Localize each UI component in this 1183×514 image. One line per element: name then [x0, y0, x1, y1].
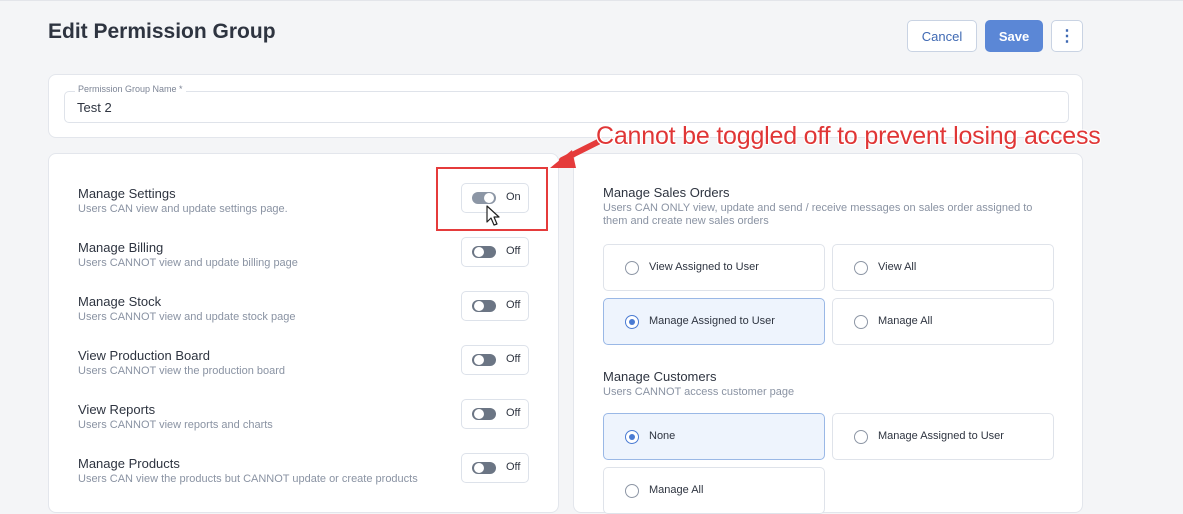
permission-description: Users CANNOT view and update billing pag…	[78, 257, 298, 269]
permission-row-manage-stock: Manage Stock Users CANNOT view and updat…	[78, 291, 538, 334]
toggle-state: Off	[506, 461, 521, 473]
toggle-switch-icon	[472, 462, 496, 474]
more-vertical-icon: ⋮	[1059, 28, 1075, 45]
permission-title: Manage Billing	[78, 240, 164, 255]
manage-billing-toggle[interactable]: Off	[461, 237, 529, 267]
option-label: View Assigned to User	[649, 261, 759, 273]
radio-icon	[854, 315, 868, 329]
save-button[interactable]: Save	[985, 20, 1043, 52]
group-name-input[interactable]: Permission Group Name * Test 2	[64, 84, 1069, 123]
manage-stock-toggle[interactable]: Off	[461, 291, 529, 321]
customers-option-manage-all[interactable]: Manage All	[603, 467, 825, 514]
permission-title: Manage Stock	[78, 294, 162, 309]
option-label: Manage Assigned to User	[878, 430, 1004, 442]
option-label: Manage All	[878, 315, 933, 327]
permission-title: Manage Settings	[78, 186, 176, 201]
option-label: Manage Assigned to User	[649, 315, 775, 327]
customers-description: Users CANNOT access customer page	[603, 386, 795, 398]
view-reports-toggle[interactable]: Off	[461, 399, 529, 429]
option-label: View All	[878, 261, 917, 273]
sales-option-manage-all[interactable]: Manage All	[832, 298, 1054, 345]
page-title: Edit Permission Group	[48, 20, 276, 43]
permission-description: Users CANNOT view the production board	[78, 365, 286, 377]
mouse-pointer-icon	[486, 205, 500, 226]
radio-icon	[625, 261, 639, 275]
permission-row-manage-products: Manage Products Users CAN view the produ…	[78, 453, 538, 496]
annotation-text: Cannot be toggled off to prevent losing …	[596, 122, 1101, 150]
customers-option-manage-assigned[interactable]: Manage Assigned to User	[832, 413, 1054, 460]
group-name-value[interactable]: Test 2	[77, 100, 112, 115]
toggle-switch-icon	[472, 354, 496, 366]
permission-title: Manage Products	[78, 456, 180, 471]
permission-description: Users CAN view and update settings page.	[78, 203, 288, 215]
radio-icon	[854, 261, 868, 275]
view-production-board-toggle[interactable]: Off	[461, 345, 529, 375]
radio-selected-icon	[625, 430, 639, 444]
radio-icon	[854, 430, 868, 444]
cancel-button[interactable]: Cancel	[907, 20, 977, 52]
toggle-switch-icon	[472, 408, 496, 420]
permission-title: View Production Board	[78, 348, 211, 363]
option-label: None	[649, 430, 676, 442]
toggle-state: Off	[506, 245, 521, 257]
permission-row-manage-billing: Manage Billing Users CANNOT view and upd…	[78, 237, 538, 280]
toggle-state: Off	[506, 299, 521, 311]
radio-permissions-card: Manage Sales Orders Users CAN ONLY view,…	[573, 153, 1083, 514]
manage-products-toggle[interactable]: Off	[461, 453, 529, 483]
customers-option-none[interactable]: None	[603, 413, 825, 460]
toggle-switch-icon	[472, 246, 496, 258]
permission-title: View Reports	[78, 402, 156, 417]
radio-selected-icon	[625, 315, 639, 329]
toggle-state: Off	[506, 353, 521, 365]
customers-title: Manage Customers	[603, 369, 717, 384]
sales-option-view-assigned[interactable]: View Assigned to User	[603, 244, 825, 291]
permission-description: Users CANNOT view and update stock page	[78, 311, 296, 323]
option-label: Manage All	[649, 484, 704, 496]
top-border	[0, 0, 1183, 1]
permission-description: Users CAN view the products but CANNOT u…	[78, 473, 418, 485]
permission-row-view-reports: View Reports Users CANNOT view reports a…	[78, 399, 538, 442]
permission-row-view-production-board: View Production Board Users CANNOT view …	[78, 345, 538, 388]
toggle-switch-icon	[472, 300, 496, 312]
toggle-state: Off	[506, 407, 521, 419]
sales-orders-title: Manage Sales Orders	[603, 185, 730, 200]
more-options-button[interactable]: ⋮	[1051, 20, 1083, 52]
permission-description: Users CANNOT view reports and charts	[78, 419, 273, 431]
sales-orders-description: Users CAN ONLY view, update and send / r…	[603, 202, 1033, 227]
group-name-label: Permission Group Name *	[75, 84, 186, 94]
sales-option-manage-assigned[interactable]: Manage Assigned to User	[603, 298, 825, 345]
annotation-arrow-icon	[550, 139, 600, 168]
radio-icon	[625, 484, 639, 498]
sales-option-view-all[interactable]: View All	[832, 244, 1054, 291]
